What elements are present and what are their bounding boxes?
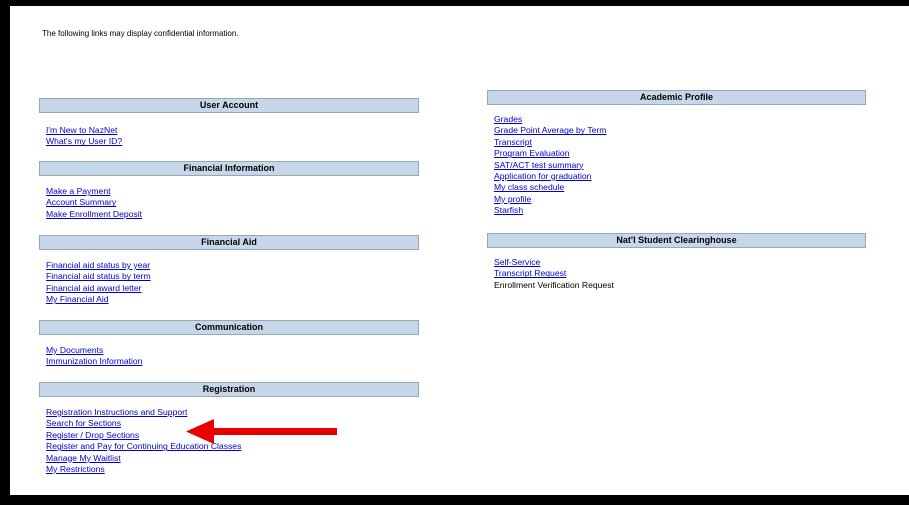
red-arrow-icon bbox=[186, 419, 337, 444]
link-transcript[interactable]: Transcript bbox=[494, 137, 532, 147]
link-make-payment[interactable]: Make a Payment bbox=[46, 186, 110, 196]
section-financial-aid: Financial Aid Financial aid status by ye… bbox=[39, 235, 419, 306]
link-account-summary[interactable]: Account Summary bbox=[46, 197, 116, 207]
section-communication: Communication My Documents Immunization … bbox=[39, 320, 419, 368]
link-aid-status-year[interactable]: Financial aid status by year bbox=[46, 260, 150, 270]
link-aid-award-letter[interactable]: Financial aid award letter bbox=[46, 283, 142, 293]
section-user-account: User Account I'm New to NazNet What's my… bbox=[39, 98, 419, 148]
link-grades[interactable]: Grades bbox=[494, 114, 522, 124]
link-gpa-by-term[interactable]: Grade Point Average by Term bbox=[494, 125, 606, 135]
section-header: User Account bbox=[39, 98, 419, 113]
section-header: Nat'l Student Clearinghouse bbox=[487, 233, 866, 248]
link-my-financial-aid[interactable]: My Financial Aid bbox=[46, 294, 109, 304]
link-my-restrictions[interactable]: My Restrictions bbox=[46, 464, 105, 474]
link-immunization[interactable]: Immunization Information bbox=[46, 356, 142, 366]
link-self-service[interactable]: Self-Service bbox=[494, 257, 540, 267]
link-aid-status-term[interactable]: Financial aid status by term bbox=[46, 271, 151, 281]
link-class-schedule[interactable]: My class schedule bbox=[494, 182, 564, 192]
section-financial-information: Financial Information Make a Payment Acc… bbox=[39, 161, 419, 220]
link-register-drop-sections[interactable]: Register / Drop Sections bbox=[46, 430, 139, 440]
section-header: Communication bbox=[39, 320, 419, 335]
confidential-notice: The following links may display confiden… bbox=[42, 29, 239, 38]
link-program-evaluation[interactable]: Program Evaluation bbox=[494, 148, 569, 158]
link-enrollment-deposit[interactable]: Make Enrollment Deposit bbox=[46, 209, 142, 219]
section-header: Financial Aid bbox=[39, 235, 419, 250]
content-frame: The following links may display confiden… bbox=[10, 6, 909, 495]
link-new-to-naznet[interactable]: I'm New to NazNet bbox=[46, 125, 117, 135]
link-application-graduation[interactable]: Application for graduation bbox=[494, 171, 591, 181]
link-registration-instructions[interactable]: Registration Instructions and Support bbox=[46, 407, 187, 417]
link-search-sections[interactable]: Search for Sections bbox=[46, 418, 121, 428]
section-header: Financial Information bbox=[39, 161, 419, 176]
section-clearinghouse: Nat'l Student Clearinghouse Self-Service… bbox=[487, 233, 866, 291]
link-starfish[interactable]: Starfish bbox=[494, 205, 523, 215]
link-transcript-request[interactable]: Transcript Request bbox=[494, 268, 566, 278]
section-academic-profile: Academic Profile Grades Grade Point Aver… bbox=[487, 90, 866, 217]
link-my-documents[interactable]: My Documents bbox=[46, 345, 103, 355]
section-header: Academic Profile bbox=[487, 90, 866, 105]
section-header: Registration bbox=[39, 382, 419, 397]
enrollment-verification-text: Enrollment Verification Request bbox=[494, 279, 614, 290]
link-sat-act-summary[interactable]: SAT/ACT test summary bbox=[494, 160, 583, 170]
link-whats-my-user-id[interactable]: What's my User ID? bbox=[46, 136, 122, 146]
link-my-profile[interactable]: My profile bbox=[494, 194, 531, 204]
link-manage-waitlist[interactable]: Manage My Waitlist bbox=[46, 453, 121, 463]
